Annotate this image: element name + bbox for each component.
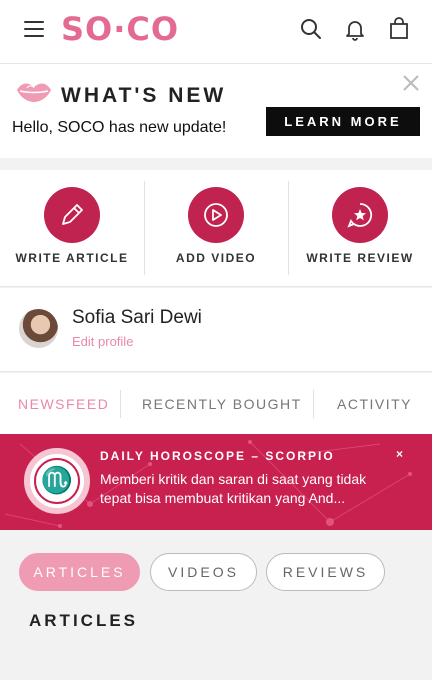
action-circle: [44, 187, 100, 243]
bell-icon[interactable]: [343, 17, 367, 41]
divider: [313, 390, 314, 418]
action-label: ADD VIDEO: [175, 251, 257, 265]
top-bar: SO·CO: [0, 0, 432, 64]
whats-new-title: WHAT'S NEW: [61, 84, 227, 107]
add-video-button[interactable]: ADD VIDEO: [144, 170, 288, 287]
filter-articles[interactable]: ARTICLES: [19, 553, 140, 591]
action-label: WRITE REVIEW: [306, 251, 414, 265]
play-icon: [204, 203, 228, 227]
horoscope-close-button[interactable]: ×: [396, 447, 403, 461]
close-icon[interactable]: [401, 73, 421, 93]
create-actions: WRITE ARTICLE ADD VIDEO WRITE REVIEW: [0, 170, 432, 287]
write-review-button[interactable]: WRITE REVIEW: [288, 170, 432, 287]
content-area: ARTICLES VIDEOS REVIEWS ARTICLES: [0, 530, 432, 680]
tab-activity[interactable]: ACTIVITY: [337, 396, 412, 412]
action-label: WRITE ARTICLE: [15, 251, 129, 265]
horoscope-text: Memberi kritik dan saran di saat yang ti…: [100, 471, 367, 506]
tab-recently-bought[interactable]: RECENTLY BOUGHT: [142, 396, 302, 412]
star-bubble-icon: [347, 203, 373, 228]
logo[interactable]: SO·CO: [61, 10, 179, 48]
sign-glyph: ♏: [34, 458, 80, 504]
horoscope-banner[interactable]: ♏ DAILY HOROSCOPE – SCORPIO Memberi krit…: [0, 434, 432, 530]
action-circle: [188, 187, 244, 243]
shopping-bag-icon[interactable]: [387, 17, 411, 41]
filter-reviews[interactable]: REVIEWS: [266, 553, 385, 591]
lips-icon: [17, 83, 51, 102]
profile-name: Sofia Sari Dewi: [72, 307, 202, 328]
edit-profile-link[interactable]: Edit profile: [72, 334, 133, 349]
filter-videos[interactable]: VIDEOS: [150, 553, 257, 591]
profile-tabs: NEWSFEED RECENTLY BOUGHT ACTIVITY: [0, 373, 432, 434]
pencil-icon: [62, 204, 83, 225]
tab-newsfeed[interactable]: NEWSFEED: [18, 396, 109, 412]
scorpio-sign-icon: ♏: [24, 448, 90, 514]
learn-more-button[interactable]: LEARN MORE: [266, 107, 420, 136]
search-icon[interactable]: [299, 17, 323, 41]
action-circle: [332, 187, 388, 243]
horoscope-title: DAILY HOROSCOPE – SCORPIO: [100, 449, 335, 463]
divider: [120, 390, 121, 418]
write-article-button[interactable]: WRITE ARTICLE: [0, 170, 144, 287]
whats-new-banner: WHAT'S NEW Hello, SOCO has new update! L…: [0, 64, 432, 158]
avatar[interactable]: [19, 309, 58, 348]
whats-new-message: Hello, SOCO has new update!: [12, 119, 227, 136]
section-title: ARTICLES: [29, 611, 138, 630]
profile-card: Sofia Sari Dewi Edit profile: [0, 288, 432, 372]
hamburger-icon[interactable]: [24, 21, 44, 37]
